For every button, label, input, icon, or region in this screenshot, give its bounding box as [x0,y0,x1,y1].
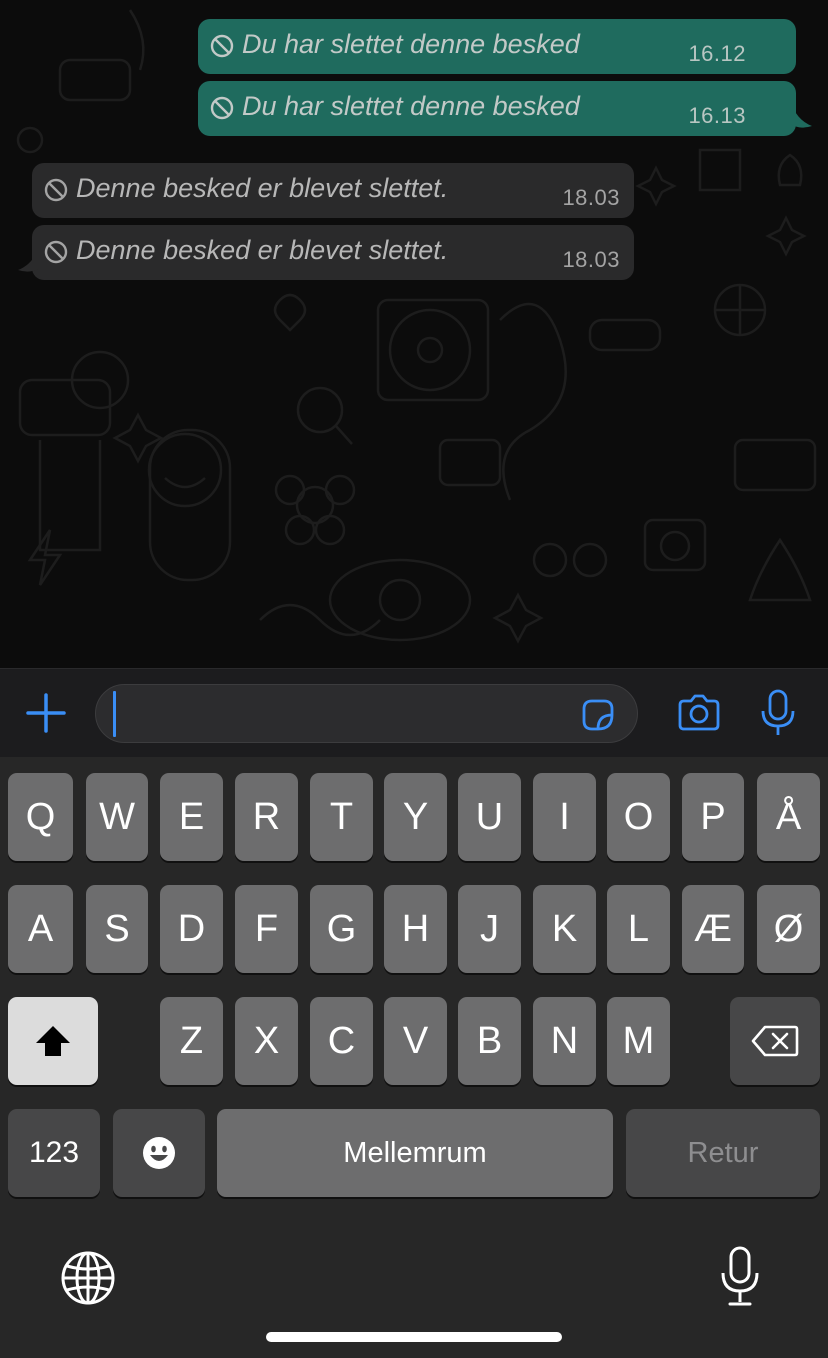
return-key[interactable]: Retur [626,1109,820,1197]
key-n[interactable]: N [533,997,596,1085]
message-input[interactable] [95,684,638,743]
microphone-icon[interactable] [760,689,796,737]
emoji-key[interactable] [113,1109,205,1197]
shift-icon [36,1026,70,1056]
key-w[interactable]: W [86,773,148,861]
message-time: 18.03 [562,185,620,210]
deleted-message-icon [210,96,234,120]
key-m[interactable]: M [607,997,670,1085]
key-a[interactable]: A [8,885,73,973]
message-composer [0,668,828,757]
sticker-icon[interactable] [580,697,616,733]
deleted-message-icon [210,34,234,58]
message-text: Denne besked er blevet slettet. [76,173,449,203]
bubble-tail [18,244,40,272]
backspace-key[interactable] [730,997,820,1085]
key-y[interactable]: Y [384,773,447,861]
key-u[interactable]: U [458,773,521,861]
key-j[interactable]: J [458,885,521,973]
numbers-key[interactable]: 123 [8,1109,100,1197]
key-f[interactable]: F [235,885,298,973]
camera-icon[interactable] [676,693,722,733]
dictation-microphone-icon[interactable] [720,1246,760,1308]
chat-area[interactable]: Du har slettet denne besked 16.12 Du har… [0,0,828,668]
key-s[interactable]: S [86,885,148,973]
text-cursor [113,691,116,737]
key-t[interactable]: T [310,773,373,861]
message-text: Du har slettet denne besked [242,29,580,59]
message-time: 18.03 [562,247,620,272]
key-o[interactable]: O [607,773,670,861]
key-c[interactable]: C [310,997,373,1085]
key-x[interactable]: X [235,997,298,1085]
key-i[interactable]: I [533,773,596,861]
message-bubble-incoming[interactable]: Denne besked er blevet slettet. 18.03 [32,163,634,218]
shift-key[interactable] [8,997,98,1085]
deleted-message-icon [44,178,68,202]
message-text: Denne besked er blevet slettet. [76,235,449,265]
space-key[interactable]: Mellemrum [217,1109,613,1197]
key-ae[interactable]: Æ [682,885,744,973]
key-l[interactable]: L [607,885,670,973]
deleted-message-icon [44,240,68,264]
key-q[interactable]: Q [8,773,73,861]
emoji-icon [143,1137,175,1169]
key-b[interactable]: B [458,997,521,1085]
key-aa[interactable]: Å [757,773,820,861]
message-bubble-outgoing[interactable]: Du har slettet denne besked 16.13 [198,81,796,136]
message-text: Du har slettet denne besked [242,91,580,121]
key-d[interactable]: D [160,885,223,973]
key-e[interactable]: E [160,773,223,861]
message-time: 16.12 [688,41,746,66]
key-oe[interactable]: Ø [757,885,820,973]
key-k[interactable]: K [533,885,596,973]
message-time: 16.13 [688,103,746,128]
key-z[interactable]: Z [160,997,223,1085]
key-p[interactable]: P [682,773,744,861]
key-h[interactable]: H [384,885,447,973]
key-r[interactable]: R [235,773,298,861]
plus-icon[interactable] [26,693,66,733]
globe-icon[interactable] [60,1250,116,1306]
bubble-tail [790,100,812,128]
key-g[interactable]: G [310,885,373,973]
message-bubble-incoming[interactable]: Denne besked er blevet slettet. 18.03 [32,225,634,280]
keyboard: Q W E R T Y U I O P Å A S D F G H J K L … [0,757,828,1358]
home-indicator[interactable] [266,1332,562,1342]
message-bubble-outgoing[interactable]: Du har slettet denne besked 16.12 [198,19,796,74]
key-v[interactable]: V [384,997,447,1085]
backspace-icon [751,1025,799,1057]
